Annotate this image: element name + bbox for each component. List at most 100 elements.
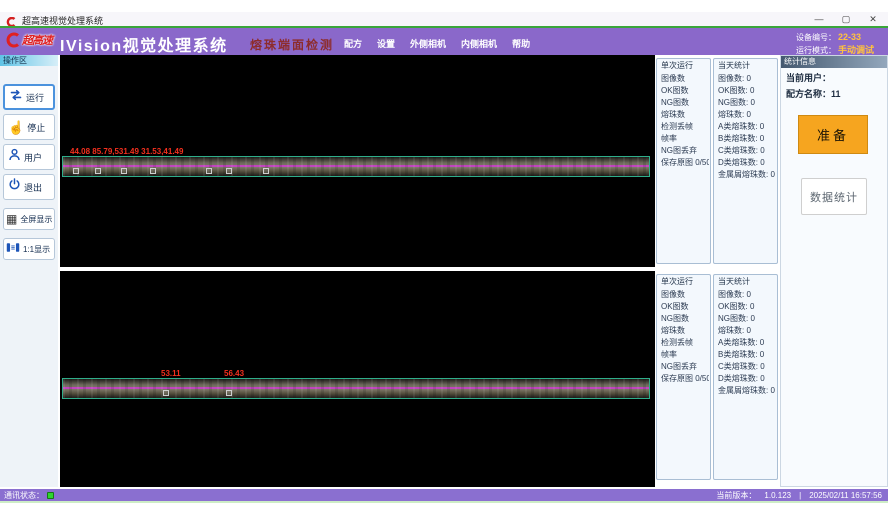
menu-item-recipe[interactable]: 配方 [344, 37, 362, 50]
camera1-seam-centerline [63, 165, 649, 167]
sidebar-title: 操作区 [0, 55, 58, 66]
stat-row: OK图数: 0 [718, 301, 776, 313]
fullscreen-button-label: 全屏显示 [20, 214, 52, 225]
app-header: 超高速 IVision视觉处理系统 熔珠端面检测 配方 设置 外侧相机 内侧相机… [0, 26, 888, 55]
menu-item-help[interactable]: 帮助 [512, 37, 530, 50]
camera1-measurement-annotation: 44.08 85.79,531.49 31.53,41.49 [70, 147, 183, 156]
menu-item-outer-camera[interactable]: 外侧相机 [410, 37, 446, 50]
comm-status-label: 通讯状态： [4, 490, 44, 501]
data-statistics-button[interactable]: 数据统计 [801, 178, 867, 215]
prepare-button[interactable]: 准备 [798, 115, 868, 154]
app-window: 超高速视觉处理系统 — ▢ ✕ 超高速 IVision视觉处理系统 熔珠端面检测… [0, 0, 888, 522]
today-stats-title: 当天统计 [717, 276, 751, 287]
stat-row: OK图数 [661, 85, 709, 97]
menu-item-inner-camera[interactable]: 内侧相机 [461, 37, 497, 50]
stat-row: NG图数: 0 [718, 97, 776, 109]
power-icon [8, 178, 21, 196]
status-datetime: 2025/02/11 16:57:56 [809, 491, 882, 500]
stat-row: D类熔珠数: 0 [718, 373, 776, 385]
menu-item-settings[interactable]: 设置 [377, 37, 395, 50]
detection-box [95, 168, 101, 174]
stat-row: 帧率 [661, 349, 709, 361]
stat-row: 金属屑熔珠数: 0 [718, 385, 776, 397]
brand-logo: 超高速 [5, 32, 52, 48]
detection-box [263, 168, 269, 174]
user-button[interactable]: 用户 [3, 144, 55, 170]
stat-row: 检测丢帧 [661, 337, 709, 349]
stat-row: C类熔珠数: 0 [718, 361, 776, 373]
stat-row: 熔珠数: 0 [718, 109, 776, 121]
one-to-one-button[interactable]: 1:1显示 [3, 238, 55, 260]
detection-box [226, 168, 232, 174]
single-run-title: 单次运行 [660, 276, 694, 287]
camera-feed-2: 53.11 56.43 [60, 271, 655, 487]
exit-button-label: 退出 [24, 181, 42, 194]
stat-row: B类熔珠数: 0 [718, 133, 776, 145]
run-mode-value: 手动调试 [838, 45, 874, 55]
camera2-measurement-label: 53.11 [161, 369, 181, 378]
fullscreen-grid-icon: ▦ [6, 213, 17, 225]
stat-row: NG图丢弃 [661, 145, 709, 157]
stat-row: 熔珠数 [661, 109, 709, 121]
stat-row: NG图数 [661, 313, 709, 325]
stat-row: NG图数 [661, 97, 709, 109]
today-stats-groupbox: 当天统计 图像数: 0 OK图数: 0 NG图数: 0 熔珠数: 0 A类熔珠数… [713, 58, 778, 264]
camera1-seam-strip [62, 156, 650, 177]
recipe-name-label: 配方名称： [786, 89, 831, 99]
detection-box [226, 390, 232, 396]
main-menu: 配方 设置 外侧相机 内侧相机 帮助 [344, 37, 530, 50]
stat-row: 保存原图 0/500 [661, 373, 709, 385]
comm-status-indicator [47, 492, 54, 499]
run-button[interactable]: 运行 [3, 84, 55, 110]
stat-row: 图像数 [661, 289, 709, 301]
info-panel: 统计信息 当前用户： 配方名称：11 准备 数据统计 [780, 55, 888, 487]
status-separator: | [799, 491, 801, 500]
fullscreen-button[interactable]: ▦ 全屏显示 [3, 208, 55, 230]
today-stats-groupbox: 当天统计 图像数: 0 OK图数: 0 NG图数: 0 熔珠数: 0 A类熔珠数… [713, 274, 778, 480]
detection-box [121, 168, 127, 174]
brand-logo-text: 超高速 [22, 32, 52, 48]
run-button-label: 运行 [26, 91, 44, 104]
stats-panel-camera1: 单次运行 图像数 OK图数 NG图数 熔珠数 检测丢帧 帧率 NG图丢弃 保存原… [655, 55, 780, 268]
info-panel-title: 统计信息 [781, 56, 887, 68]
camera2-seam-strip: 53.11 56.43 [62, 378, 650, 399]
page-title: IVision视觉处理系统 [60, 32, 228, 56]
stat-row: 图像数: 0 [718, 289, 776, 301]
camera2-measurement-label: 56.43 [224, 369, 244, 378]
stat-row: 检测丢帧 [661, 121, 709, 133]
user-icon [8, 148, 21, 166]
operation-sidebar: 操作区 运行 ☝ 停止 用户 退出 ▦ 全屏显示 [0, 55, 58, 487]
minimize-icon[interactable]: — [812, 14, 826, 24]
maximize-icon[interactable]: ▢ [839, 14, 853, 25]
detection-box [163, 390, 169, 396]
user-button-label: 用户 [24, 151, 42, 164]
stats-panel-camera2: 单次运行 图像数 OK图数 NG图数 熔珠数 检测丢帧 帧率 NG图丢弃 保存原… [655, 271, 780, 487]
stat-row: OK图数 [661, 301, 709, 313]
status-bar: 通讯状态： 当前版本： 1.0.123 | 2025/02/11 16:57:5… [0, 489, 888, 501]
window-titlebar: 超高速视觉处理系统 — ▢ ✕ [0, 12, 888, 26]
today-stats-title: 当天统计 [717, 60, 751, 71]
close-icon[interactable]: ✕ [866, 14, 880, 25]
stat-row: NG图丢弃 [661, 361, 709, 373]
camera2-seam-centerline [63, 387, 649, 389]
recipe-name-value: 11 [831, 89, 841, 99]
stat-row: D类熔珠数: 0 [718, 157, 776, 169]
one-to-one-button-label: 1:1显示 [23, 244, 50, 255]
stat-row: 图像数: 0 [718, 73, 776, 85]
version-label: 当前版本： [716, 490, 756, 501]
camera-feed-1: 44.08 85.79,531.49 31.53,41.49 [60, 55, 655, 267]
stat-row: 保存原图 0/500 [661, 157, 709, 169]
version-value: 1.0.123 [764, 491, 791, 500]
stop-button[interactable]: ☝ 停止 [3, 114, 55, 140]
stat-row: 熔珠数: 0 [718, 325, 776, 337]
hand-stop-icon: ☝ [8, 121, 24, 134]
stat-row: 帧率 [661, 133, 709, 145]
single-run-title: 单次运行 [660, 60, 694, 71]
exit-button[interactable]: 退出 [3, 174, 55, 200]
stat-row: C类熔珠数: 0 [718, 145, 776, 157]
run-cycle-icon [9, 88, 23, 107]
one-to-one-icon [6, 240, 20, 258]
stat-row: OK图数: 0 [718, 85, 776, 97]
stat-row: 图像数 [661, 73, 709, 85]
brand-swirl-icon [5, 32, 21, 48]
